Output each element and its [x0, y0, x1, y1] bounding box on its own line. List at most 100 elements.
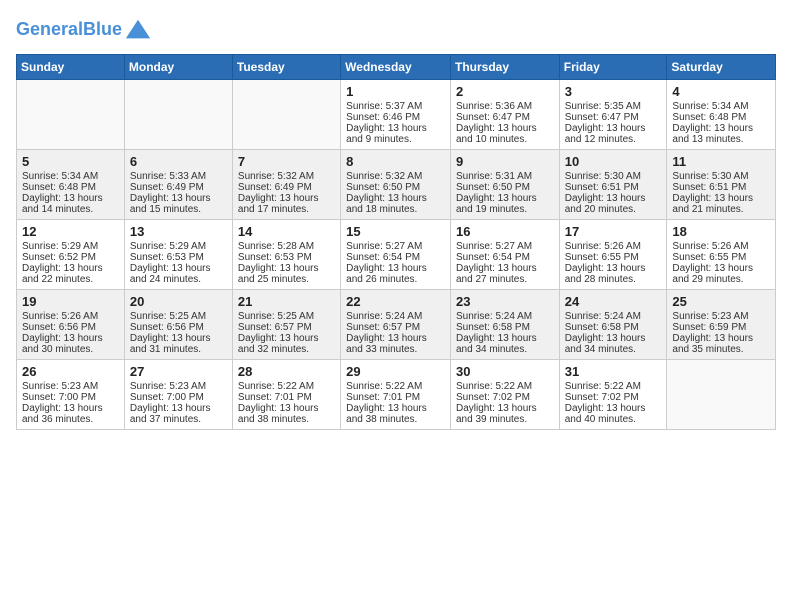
day-number: 28	[238, 364, 335, 379]
sunrise-text: Sunrise: 5:30 AM	[565, 171, 662, 182]
daylight-text: Daylight: 13 hours and 29 minutes.	[672, 263, 770, 285]
daylight-text: Daylight: 13 hours and 33 minutes.	[346, 333, 445, 355]
daylight-text: Daylight: 13 hours and 38 minutes.	[238, 403, 335, 425]
sunrise-text: Sunrise: 5:23 AM	[22, 381, 119, 392]
daylight-text: Daylight: 13 hours and 25 minutes.	[238, 263, 335, 285]
sunset-text: Sunset: 7:01 PM	[238, 392, 335, 403]
daylight-text: Daylight: 13 hours and 34 minutes.	[456, 333, 554, 355]
calendar-cell: 15 Sunrise: 5:27 AMSunset: 6:54 PMDayligh…	[341, 220, 451, 290]
sunrise-text: Sunrise: 5:29 AM	[22, 241, 119, 252]
sunset-text: Sunset: 7:00 PM	[22, 392, 119, 403]
daylight-text: Daylight: 13 hours and 27 minutes.	[456, 263, 554, 285]
calendar-cell: 19Sunrise: 5:26 AMSunset: 6:56 PMDayligh…	[17, 290, 125, 360]
weekday-header-row: SundayMondayTuesdayWednesdayThursdayFrid…	[17, 55, 776, 80]
calendar-cell: 24Sunrise: 5:24 AMSunset: 6:58 PMDayligh…	[559, 290, 667, 360]
calendar-cell: 21Sunrise: 5:25 AMSunset: 6:57 PMDayligh…	[232, 290, 340, 360]
sunset-text: Sunset: 6:57 PM	[238, 322, 335, 333]
daylight-text: Daylight: 13 hours and 26 minutes.	[346, 263, 445, 285]
weekday-header-wednesday: Wednesday	[341, 55, 451, 80]
sunrise-text: Sunrise: 5:36 AM	[456, 101, 554, 112]
daylight-text: Daylight: 13 hours and 40 minutes.	[565, 403, 662, 425]
daylight-text: Daylight: 13 hours and 21 minutes.	[672, 193, 770, 215]
week-row-1: 1Sunrise: 5:37 AMSunset: 6:46 PMDaylight…	[17, 80, 776, 150]
day-number: 15	[346, 224, 445, 239]
day-number: 7	[238, 154, 335, 169]
daylight-text: Daylight: 13 hours and 39 minutes.	[456, 403, 554, 425]
sunset-text: Sunset: 6:56 PM	[22, 322, 119, 333]
sunset-text: Sunset: 6:54 PM	[346, 252, 445, 263]
weekday-header-friday: Friday	[559, 55, 667, 80]
calendar-cell: 14Sunrise: 5:28 AMSunset: 6:53 PMDayligh…	[232, 220, 340, 290]
day-number: 23	[456, 294, 554, 309]
calendar-cell: 28 Sunrise: 5:22 AMSunset: 7:01 PMDayligh…	[232, 360, 340, 430]
weekday-header-tuesday: Tuesday	[232, 55, 340, 80]
sunrise-text: Sunrise: 5:22 AM	[346, 381, 445, 392]
calendar-cell: 9Sunrise: 5:31 AMSunset: 6:50 PMDaylight…	[450, 150, 559, 220]
sunset-text: Sunset: 6:49 PM	[238, 182, 335, 193]
calendar-cell: 8Sunrise: 5:32 AMSunset: 6:50 PMDaylight…	[341, 150, 451, 220]
sunrise-text: Sunrise: 5:23 AM	[130, 381, 227, 392]
sunrise-text: Sunrise: 5:22 AM	[238, 381, 335, 392]
calendar-cell: 27Sunrise: 5:23 AMSunset: 7:00 PMDayligh…	[124, 360, 232, 430]
sunrise-text: Sunrise: 5:26 AM	[565, 241, 662, 252]
sunrise-text: Sunrise: 5:22 AM	[456, 381, 554, 392]
daylight-text: Daylight: 13 hours and 34 minutes.	[565, 333, 662, 355]
week-row-5: 26Sunrise: 5:23 AMSunset: 7:00 PMDayligh…	[17, 360, 776, 430]
daylight-text: Daylight: 13 hours and 17 minutes.	[238, 193, 335, 215]
day-number: 3	[565, 84, 662, 99]
day-number: 5	[22, 154, 119, 169]
sunset-text: Sunset: 6:59 PM	[672, 322, 770, 333]
sunrise-text: Sunrise: 5:22 AM	[565, 381, 662, 392]
daylight-text: Daylight: 13 hours and 31 minutes.	[130, 333, 227, 355]
sunrise-text: Sunrise: 5:32 AM	[238, 171, 335, 182]
sunrise-text: Sunrise: 5:24 AM	[456, 311, 554, 322]
calendar-cell: 31Sunrise: 5:22 AMSunset: 7:02 PMDayligh…	[559, 360, 667, 430]
sunrise-text: Sunrise: 5:25 AM	[238, 311, 335, 322]
sunrise-text: Sunrise: 5:33 AM	[130, 171, 227, 182]
day-number: 17	[565, 224, 662, 239]
day-number: 26	[22, 364, 119, 379]
daylight-text: Daylight: 13 hours and 24 minutes.	[130, 263, 227, 285]
sunset-text: Sunset: 7:02 PM	[456, 392, 554, 403]
day-number: 20	[130, 294, 227, 309]
calendar-table: SundayMondayTuesdayWednesdayThursdayFrid…	[16, 54, 776, 430]
day-number: 16	[456, 224, 554, 239]
day-number: 11	[672, 154, 770, 169]
sunset-text: Sunset: 6:50 PM	[456, 182, 554, 193]
day-number: 27	[130, 364, 227, 379]
sunrise-text: Sunrise: 5:27 AM	[346, 241, 445, 252]
calendar-cell: 20Sunrise: 5:25 AMSunset: 6:56 PMDayligh…	[124, 290, 232, 360]
sunset-text: Sunset: 6:58 PM	[456, 322, 554, 333]
calendar-cell: 23 Sunrise: 5:24 AMSunset: 6:58 PMDayligh…	[450, 290, 559, 360]
calendar-cell: 1Sunrise: 5:37 AMSunset: 6:46 PMDaylight…	[341, 80, 451, 150]
calendar-cell: 12Sunrise: 5:29 AMSunset: 6:52 PMDayligh…	[17, 220, 125, 290]
daylight-text: Daylight: 13 hours and 20 minutes.	[565, 193, 662, 215]
sunrise-text: Sunrise: 5:24 AM	[346, 311, 445, 322]
daylight-text: Daylight: 13 hours and 36 minutes.	[22, 403, 119, 425]
day-number: 22	[346, 294, 445, 309]
week-row-3: 12Sunrise: 5:29 AMSunset: 6:52 PMDayligh…	[17, 220, 776, 290]
sunset-text: Sunset: 6:55 PM	[565, 252, 662, 263]
calendar-cell: 4Sunrise: 5:34 AMSunset: 6:48 PMDaylight…	[667, 80, 776, 150]
daylight-text: Daylight: 13 hours and 12 minutes.	[565, 123, 662, 145]
sunset-text: Sunset: 6:57 PM	[346, 322, 445, 333]
sunset-text: Sunset: 6:54 PM	[456, 252, 554, 263]
sunrise-text: Sunrise: 5:31 AM	[456, 171, 554, 182]
sunset-text: Sunset: 7:02 PM	[565, 392, 662, 403]
day-number: 8	[346, 154, 445, 169]
daylight-text: Daylight: 13 hours and 9 minutes.	[346, 123, 445, 145]
sunrise-text: Sunrise: 5:29 AM	[130, 241, 227, 252]
day-number: 10	[565, 154, 662, 169]
sunset-text: Sunset: 6:53 PM	[238, 252, 335, 263]
daylight-text: Daylight: 13 hours and 15 minutes.	[130, 193, 227, 215]
sunset-text: Sunset: 6:52 PM	[22, 252, 119, 263]
calendar-cell: 13Sunrise: 5:29 AMSunset: 6:53 PMDayligh…	[124, 220, 232, 290]
sunset-text: Sunset: 7:00 PM	[130, 392, 227, 403]
weekday-header-thursday: Thursday	[450, 55, 559, 80]
daylight-text: Daylight: 13 hours and 19 minutes.	[456, 193, 554, 215]
sunset-text: Sunset: 6:55 PM	[672, 252, 770, 263]
daylight-text: Daylight: 13 hours and 22 minutes.	[22, 263, 119, 285]
sunrise-text: Sunrise: 5:26 AM	[672, 241, 770, 252]
sunset-text: Sunset: 6:49 PM	[130, 182, 227, 193]
calendar-cell: 11Sunrise: 5:30 AMSunset: 6:51 PMDayligh…	[667, 150, 776, 220]
